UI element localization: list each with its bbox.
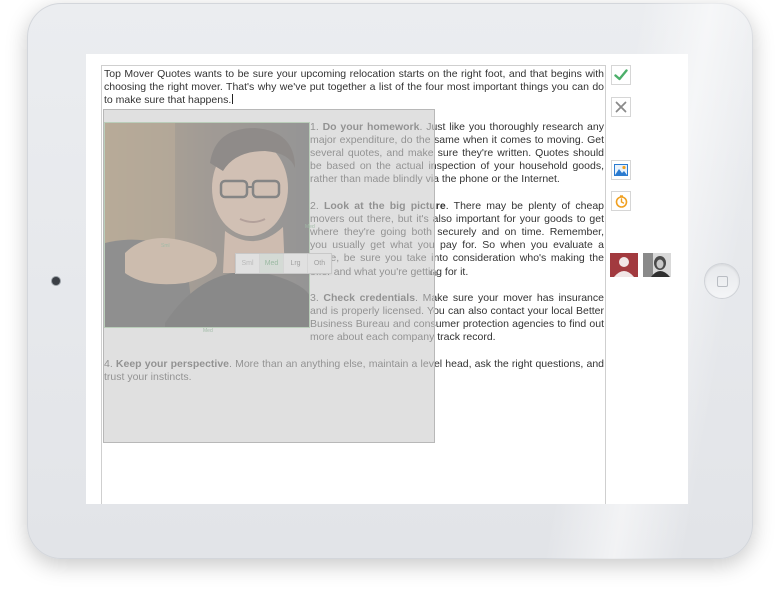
text-cursor [232,94,234,105]
image-icon [614,164,628,176]
close-icon [615,101,627,113]
list-item-4: 4. Keep your perspective. More than an a… [104,357,604,383]
resize-handle-left[interactable]: Sml [161,240,170,253]
inserted-image[interactable]: Sml Med Med Sml Med Lrg Oth [104,121,332,334]
home-button[interactable] [705,264,739,298]
timer-icon [615,194,627,208]
size-option-oth[interactable]: Oth [308,254,331,273]
avatar-photo-icon [643,253,671,277]
size-option-lrg[interactable]: Lrg [284,253,308,273]
size-option-med[interactable]: Med [260,253,284,273]
image-size-picker[interactable]: Sml Med Lrg Oth [235,252,332,274]
size-option-sml[interactable]: Sml [236,253,260,273]
front-camera [52,277,60,285]
check-icon [614,69,628,81]
text-editor[interactable]: Top Mover Quotes wants to be sure your u… [101,65,606,504]
resize-handle-right[interactable]: Med [305,221,315,234]
confirm-button[interactable] [611,65,631,85]
insert-image-button[interactable] [611,160,631,180]
user-avatar-2[interactable] [643,253,671,277]
cancel-button[interactable] [611,97,631,117]
avatar-person-icon [610,253,638,277]
screen: Top Mover Quotes wants to be sure your u… [86,54,688,504]
user-avatar-1[interactable] [610,253,638,277]
preview-handle-right[interactable]: Lrg [430,271,437,277]
editor-content[interactable]: Top Mover Quotes wants to be sure your u… [102,66,604,384]
resize-handle-bottom[interactable]: Med [203,325,213,338]
intro-paragraph: Top Mover Quotes wants to be sure your u… [104,68,604,107]
portrait-photo [105,122,309,327]
timer-button[interactable] [611,191,631,211]
